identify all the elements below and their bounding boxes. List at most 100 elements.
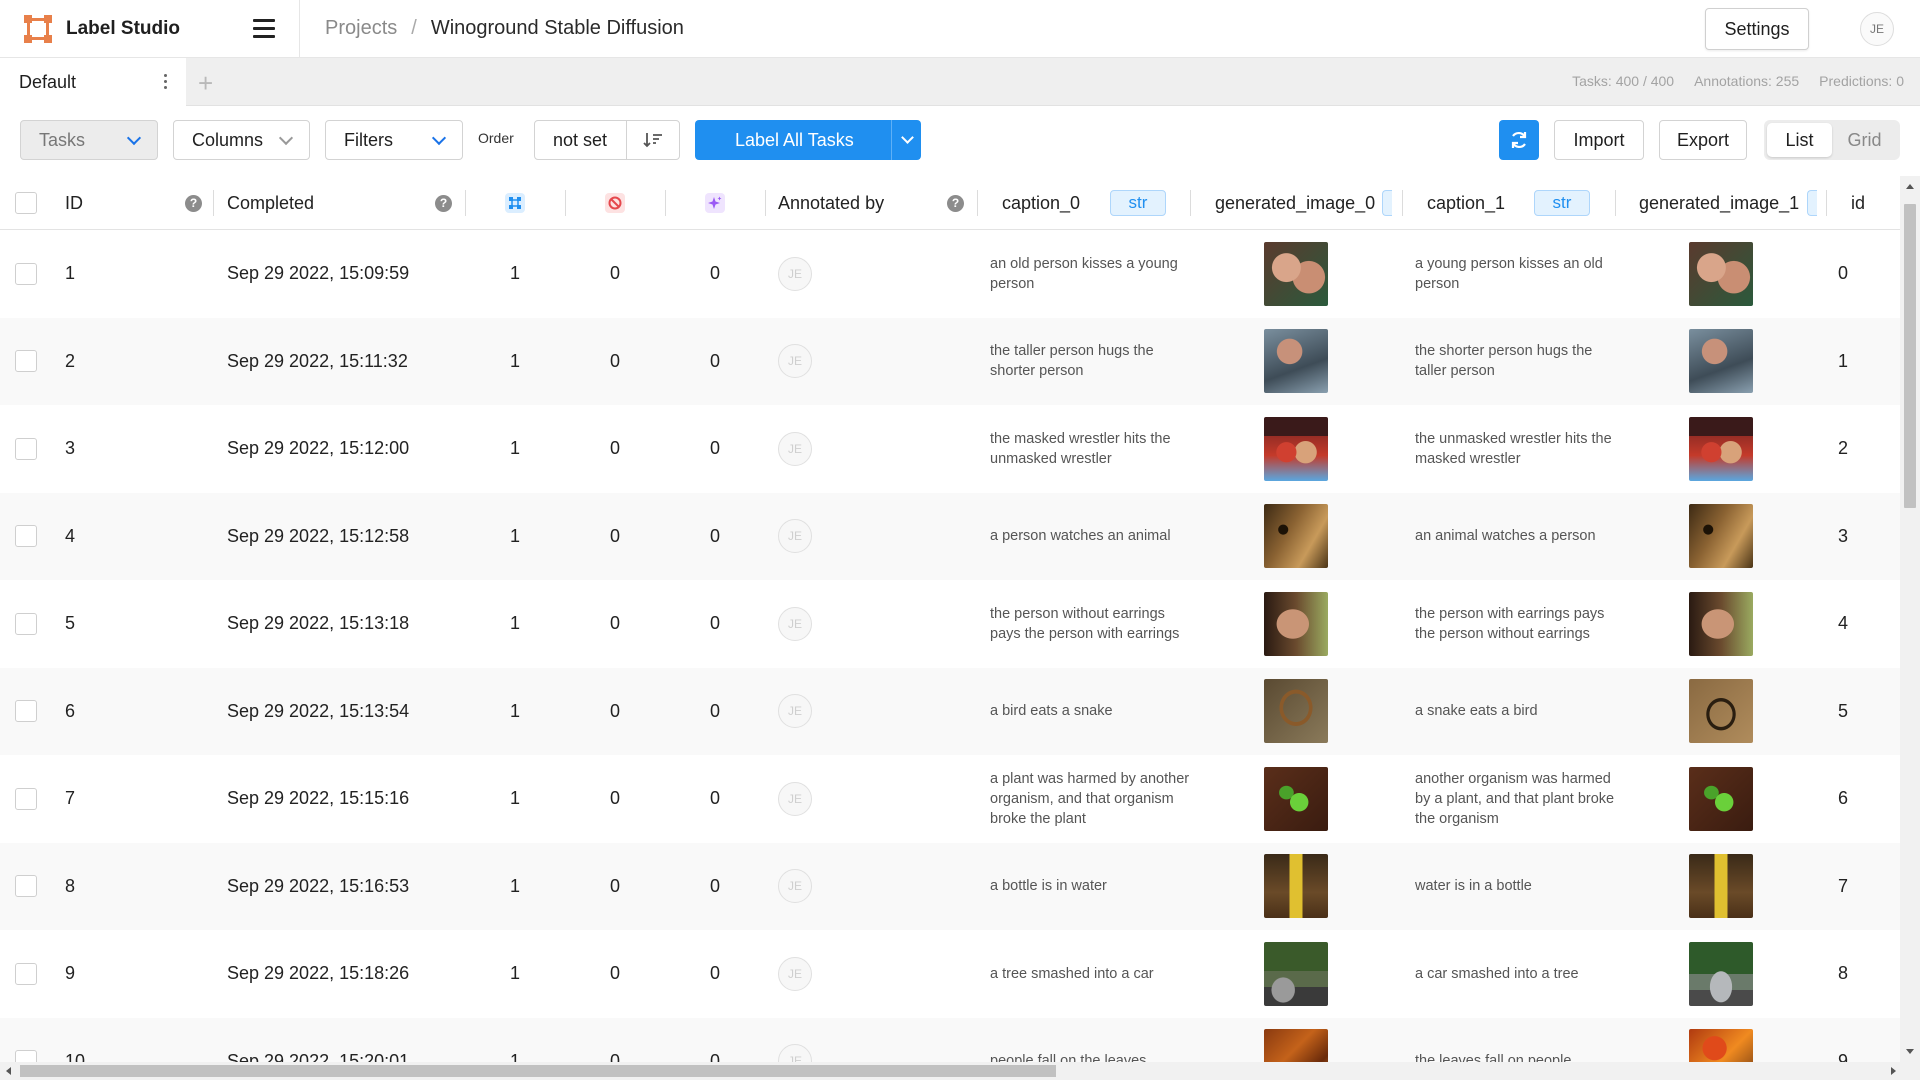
generated-image-0-thumbnail[interactable] [1264, 1029, 1328, 1062]
row-checkbox[interactable] [15, 1050, 37, 1062]
annotations-count: 1 [510, 350, 521, 371]
col-header-caption-0[interactable]: caption_0 [1002, 176, 1080, 230]
table-row[interactable]: 6 Sep 29 2022, 15:13:54 1 0 0 JE a bird eats a… [0, 667, 1900, 755]
cancelled-count: 0 [610, 438, 621, 459]
settings-button[interactable]: Settings [1705, 8, 1809, 50]
view-list-button[interactable]: List [1767, 123, 1832, 157]
caption-1-cell: another organism was harmed by a plant, … [1415, 755, 1615, 843]
predictions-count: 0 [710, 263, 721, 284]
generated-image-1-thumbnail[interactable] [1689, 854, 1753, 919]
order-select[interactable]: not set [534, 120, 680, 160]
generated-image-0-cell [1264, 930, 1328, 1018]
table-row[interactable]: 2 Sep 29 2022, 15:11:32 1 0 0 JE the taller pe… [0, 317, 1900, 405]
generated-image-0-cell [1264, 1018, 1328, 1062]
row-checkbox[interactable] [15, 787, 37, 810]
annotator-cell: JE [778, 930, 812, 1018]
col-header-cancelled[interactable] [605, 176, 625, 230]
caption-0-text: people fall on the leaves [990, 1053, 1147, 1062]
row-checkbox[interactable] [15, 437, 37, 460]
generated-image-0-thumbnail[interactable] [1264, 416, 1328, 481]
generated-image-0-thumbnail[interactable] [1264, 329, 1328, 394]
data-id: 9 [1838, 1050, 1849, 1062]
generated-image-1-cell [1689, 580, 1753, 668]
chevron-down-icon [126, 130, 142, 146]
generated-image-0-thumbnail[interactable] [1264, 854, 1328, 919]
data-id: 0 [1838, 263, 1849, 284]
table-row[interactable]: 10 Sep 29 2022, 15:20:01 1 0 0 JE people fall … [0, 1017, 1900, 1062]
tab-menu-dots-icon[interactable] [164, 74, 168, 92]
table-row[interactable]: 3 Sep 29 2022, 15:12:00 1 0 0 JE the masked wr… [0, 405, 1900, 493]
generated-image-0-thumbnail[interactable] [1264, 241, 1328, 306]
task-id: 6 [65, 700, 76, 721]
col-header-data-id[interactable]: id [1851, 176, 1865, 230]
caption-1-text: the unmasked wrestler hits the masked wr… [1415, 430, 1612, 467]
filters-dropdown[interactable]: Filters [325, 120, 463, 160]
annotator-avatar: JE [778, 606, 812, 641]
generated-image-1-thumbnail[interactable] [1689, 1029, 1753, 1062]
row-checkbox[interactable] [15, 350, 37, 373]
label-studio-logo-icon[interactable] [24, 14, 52, 43]
help-icon[interactable]: ? [185, 176, 202, 230]
refresh-button[interactable] [1499, 120, 1539, 160]
view-toggle: List Grid [1764, 120, 1900, 160]
generated-image-1-thumbnail[interactable] [1689, 679, 1753, 744]
generated-image-1-thumbnail[interactable] [1689, 329, 1753, 394]
table-row[interactable]: 8 Sep 29 2022, 15:16:53 1 0 0 JE a bottle is i… [0, 842, 1900, 930]
vertical-scrollbar[interactable] [1900, 176, 1920, 1062]
import-button[interactable]: Import [1554, 120, 1644, 160]
completed-date: Sep 29 2022, 15:11:32 [227, 350, 408, 371]
generated-image-0-thumbnail[interactable] [1264, 679, 1328, 744]
tab-default[interactable]: Default [0, 58, 186, 106]
breadcrumb: Projects / Winoground Stable Diffusion [300, 17, 684, 40]
label-all-tasks-button[interactable]: Label All Tasks [695, 120, 921, 160]
help-icon[interactable]: ? [947, 176, 964, 230]
generated-image-1-thumbnail[interactable] [1689, 591, 1753, 656]
row-checkbox[interactable] [15, 962, 37, 985]
table-row[interactable]: 7 Sep 29 2022, 15:15:16 1 0 0 JE a plant was h… [0, 755, 1900, 843]
chevron-down-icon[interactable] [901, 131, 914, 144]
row-checkbox[interactable] [15, 262, 37, 285]
generated-image-1-thumbnail[interactable] [1689, 941, 1753, 1006]
table-row[interactable]: 9 Sep 29 2022, 15:18:26 1 0 0 JE a tree smashe… [0, 930, 1900, 1018]
generated-image-1-thumbnail[interactable] [1689, 241, 1753, 306]
col-header-generated-image-0[interactable]: generated_image_0 [1215, 176, 1375, 230]
generated-image-0-thumbnail[interactable] [1264, 591, 1328, 656]
help-icon[interactable]: ? [435, 176, 452, 230]
col-header-caption-1[interactable]: caption_1 [1427, 176, 1505, 230]
sort-direction-icon[interactable] [643, 131, 663, 149]
generated-image-1-thumbnail[interactable] [1689, 504, 1753, 569]
export-button[interactable]: Export [1659, 120, 1747, 160]
annotator-cell: JE [778, 580, 812, 668]
col-header-annotated-by[interactable]: Annotated by [778, 176, 884, 230]
add-tab-icon[interactable]: + [198, 68, 213, 99]
row-checkbox[interactable] [15, 525, 37, 548]
horizontal-scrollbar[interactable] [0, 1062, 1920, 1080]
col-header-annotations[interactable] [505, 176, 525, 230]
generated-image-0-cell [1264, 580, 1328, 668]
predictions-count: 0 [710, 700, 721, 721]
generated-image-0-thumbnail[interactable] [1264, 504, 1328, 569]
columns-dropdown[interactable]: Columns [173, 120, 310, 160]
col-header-completed[interactable]: Completed [227, 176, 314, 230]
row-checkbox[interactable] [15, 700, 37, 723]
generated-image-0-cell [1264, 755, 1328, 843]
user-avatar[interactable]: JE [1860, 12, 1894, 46]
generated-image-0-thumbnail[interactable] [1264, 941, 1328, 1006]
table-row[interactable]: 5 Sep 29 2022, 15:13:18 1 0 0 JE the person wi… [0, 580, 1900, 668]
data-id: 3 [1838, 525, 1849, 546]
col-header-predictions[interactable] [705, 176, 725, 230]
view-grid-button[interactable]: Grid [1832, 123, 1897, 157]
breadcrumb-projects-link[interactable]: Projects [325, 17, 397, 40]
table-row[interactable]: 4 Sep 29 2022, 15:12:58 1 0 0 JE a person watc… [0, 492, 1900, 580]
row-checkbox[interactable] [15, 612, 37, 635]
generated-image-1-thumbnail[interactable] [1689, 766, 1753, 831]
generated-image-1-thumbnail[interactable] [1689, 416, 1753, 481]
table-row[interactable]: 1 Sep 29 2022, 15:09:59 1 0 0 JE an old person… [0, 230, 1900, 318]
generated-image-0-thumbnail[interactable] [1264, 766, 1328, 831]
select-all-checkbox[interactable] [15, 192, 37, 214]
tasks-dropdown[interactable]: Tasks [20, 120, 158, 160]
menu-hamburger-icon[interactable] [253, 18, 275, 39]
col-header-generated-image-1[interactable]: generated_image_1 [1639, 176, 1799, 230]
col-header-id[interactable]: ID [65, 176, 83, 230]
row-checkbox[interactable] [15, 875, 37, 898]
